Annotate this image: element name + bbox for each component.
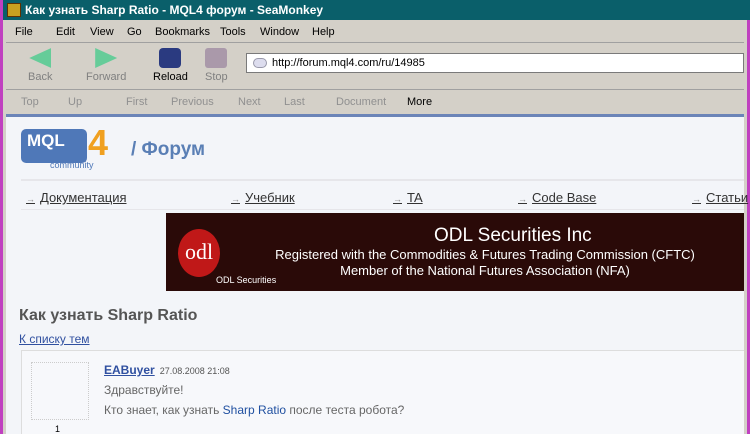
back-to-topics-link[interactable]: К списку тем <box>19 332 90 346</box>
nav-tutorial[interactable]: → Учебник <box>231 190 295 205</box>
title-bar: Как узнать Sharp Ratio - MQL4 форум - Se… <box>3 0 750 20</box>
post-text: Кто знает, как узнать Sharp Ratio после … <box>104 403 404 417</box>
forum-post: 1 EABuyer 27.08.2008 21:08 Здравствуйте!… <box>21 350 744 434</box>
stop-button[interactable]: Stop <box>205 48 228 83</box>
arrow-icon: → <box>231 194 240 204</box>
url-bar[interactable]: http://forum.mql4.com/ru/14985 <box>246 53 744 73</box>
nav-articles[interactable]: → Статьи <box>692 190 748 205</box>
author-link[interactable]: EABuyer <box>104 363 155 377</box>
arrow-icon: → <box>26 194 35 204</box>
sharp-ratio-link[interactable]: Sharp Ratio <box>223 403 286 417</box>
back-button[interactable]: Back <box>28 48 52 83</box>
menu-window[interactable]: Window <box>260 26 299 38</box>
arrow-icon: → <box>393 194 402 204</box>
menu-help[interactable]: Help <box>312 26 335 38</box>
link-previous[interactable]: Previous <box>171 96 214 108</box>
post-text-before: Кто знает, как узнать <box>104 403 223 417</box>
menu-edit[interactable]: Edit <box>56 26 75 38</box>
nav-docs-label: Документация <box>40 190 127 205</box>
link-next[interactable]: Next <box>238 96 261 108</box>
nav-tutorial-label: Учебник <box>245 190 295 205</box>
section-title: / Форум <box>131 139 206 160</box>
page-content: MQL 4 community / Форум → Документация → У… <box>6 114 748 434</box>
mql4-logo-sub: community <box>50 160 94 170</box>
link-top[interactable]: Top <box>21 96 39 108</box>
forward-arrow-icon <box>95 48 118 68</box>
mql4-logo[interactable]: MQL <box>21 129 87 163</box>
browser-window: Как узнать Sharp Ratio - MQL4 форум - Se… <box>0 0 750 434</box>
site-navigation-bar: Top Up First Previous Next Last Document… <box>6 91 744 113</box>
divider <box>21 179 744 181</box>
banner-line2: Member of the National Futures Associati… <box>340 263 630 278</box>
nav-articles-label: Статьи <box>706 190 749 205</box>
avatar <box>31 362 89 420</box>
link-first[interactable]: First <box>126 96 147 108</box>
banner-brand: ODL Securities <box>216 275 277 285</box>
stop-label: Stop <box>205 71 228 83</box>
arrow-icon: → <box>692 194 701 204</box>
window-title: Как узнать Sharp Ratio - MQL4 форум - Se… <box>25 3 324 17</box>
back-label: Back <box>28 71 53 83</box>
ad-banner[interactable]: odl ODL Securities Inc Registered with t… <box>166 213 744 291</box>
nav-docs[interactable]: → Документация <box>26 190 127 205</box>
menu-tools[interactable]: Tools <box>220 26 246 38</box>
menu-go[interactable]: Go <box>127 26 142 38</box>
post-date: 27.08.2008 21:08 <box>159 366 230 376</box>
link-document[interactable]: Document <box>336 96 386 108</box>
back-arrow-icon <box>29 48 52 68</box>
link-more[interactable]: More <box>407 96 432 108</box>
forward-button[interactable]: Forward <box>86 48 126 83</box>
page-proxy-icon <box>253 58 267 68</box>
menu-bookmarks[interactable]: Bookmarks <box>155 26 210 38</box>
seamonkey-icon <box>7 3 21 17</box>
mql4-logo-number: 4 <box>88 122 109 163</box>
post-text-after: после теста робота? <box>286 403 405 417</box>
nav-codebase-label: Code Base <box>532 190 597 205</box>
menu-bar: File Edit View Go Bookmarks Tools Window… <box>6 21 744 43</box>
reload-icon <box>159 48 182 68</box>
reload-label: Reload <box>153 71 188 83</box>
post-greeting: Здравствуйте! <box>104 383 184 397</box>
navigation-toolbar: Back Forward Reload Stop http://forum.mq… <box>6 44 744 90</box>
menu-view[interactable]: View <box>90 26 114 38</box>
stop-icon <box>205 48 228 68</box>
link-last[interactable]: Last <box>284 96 305 108</box>
link-up[interactable]: Up <box>68 96 82 108</box>
banner-title: ODL Securities Inc <box>434 225 592 246</box>
banner-line1: Registered with the Commodities & Future… <box>275 247 695 262</box>
odl-logo: odl <box>178 229 220 277</box>
topic-title: Как узнать Sharp Ratio <box>19 307 198 324</box>
menu-file[interactable]: File <box>15 26 33 38</box>
post-rank: 1 <box>55 424 61 434</box>
url-text: http://forum.mql4.com/ru/14985 <box>272 57 425 69</box>
forward-label: Forward <box>86 71 127 83</box>
nav-ta[interactable]: → TA <box>393 190 423 205</box>
nav-ta-label: TA <box>407 190 423 205</box>
reload-button[interactable]: Reload <box>153 48 188 83</box>
nav-codebase[interactable]: → Code Base <box>518 190 596 205</box>
arrow-icon: → <box>518 194 527 204</box>
divider <box>21 209 744 210</box>
